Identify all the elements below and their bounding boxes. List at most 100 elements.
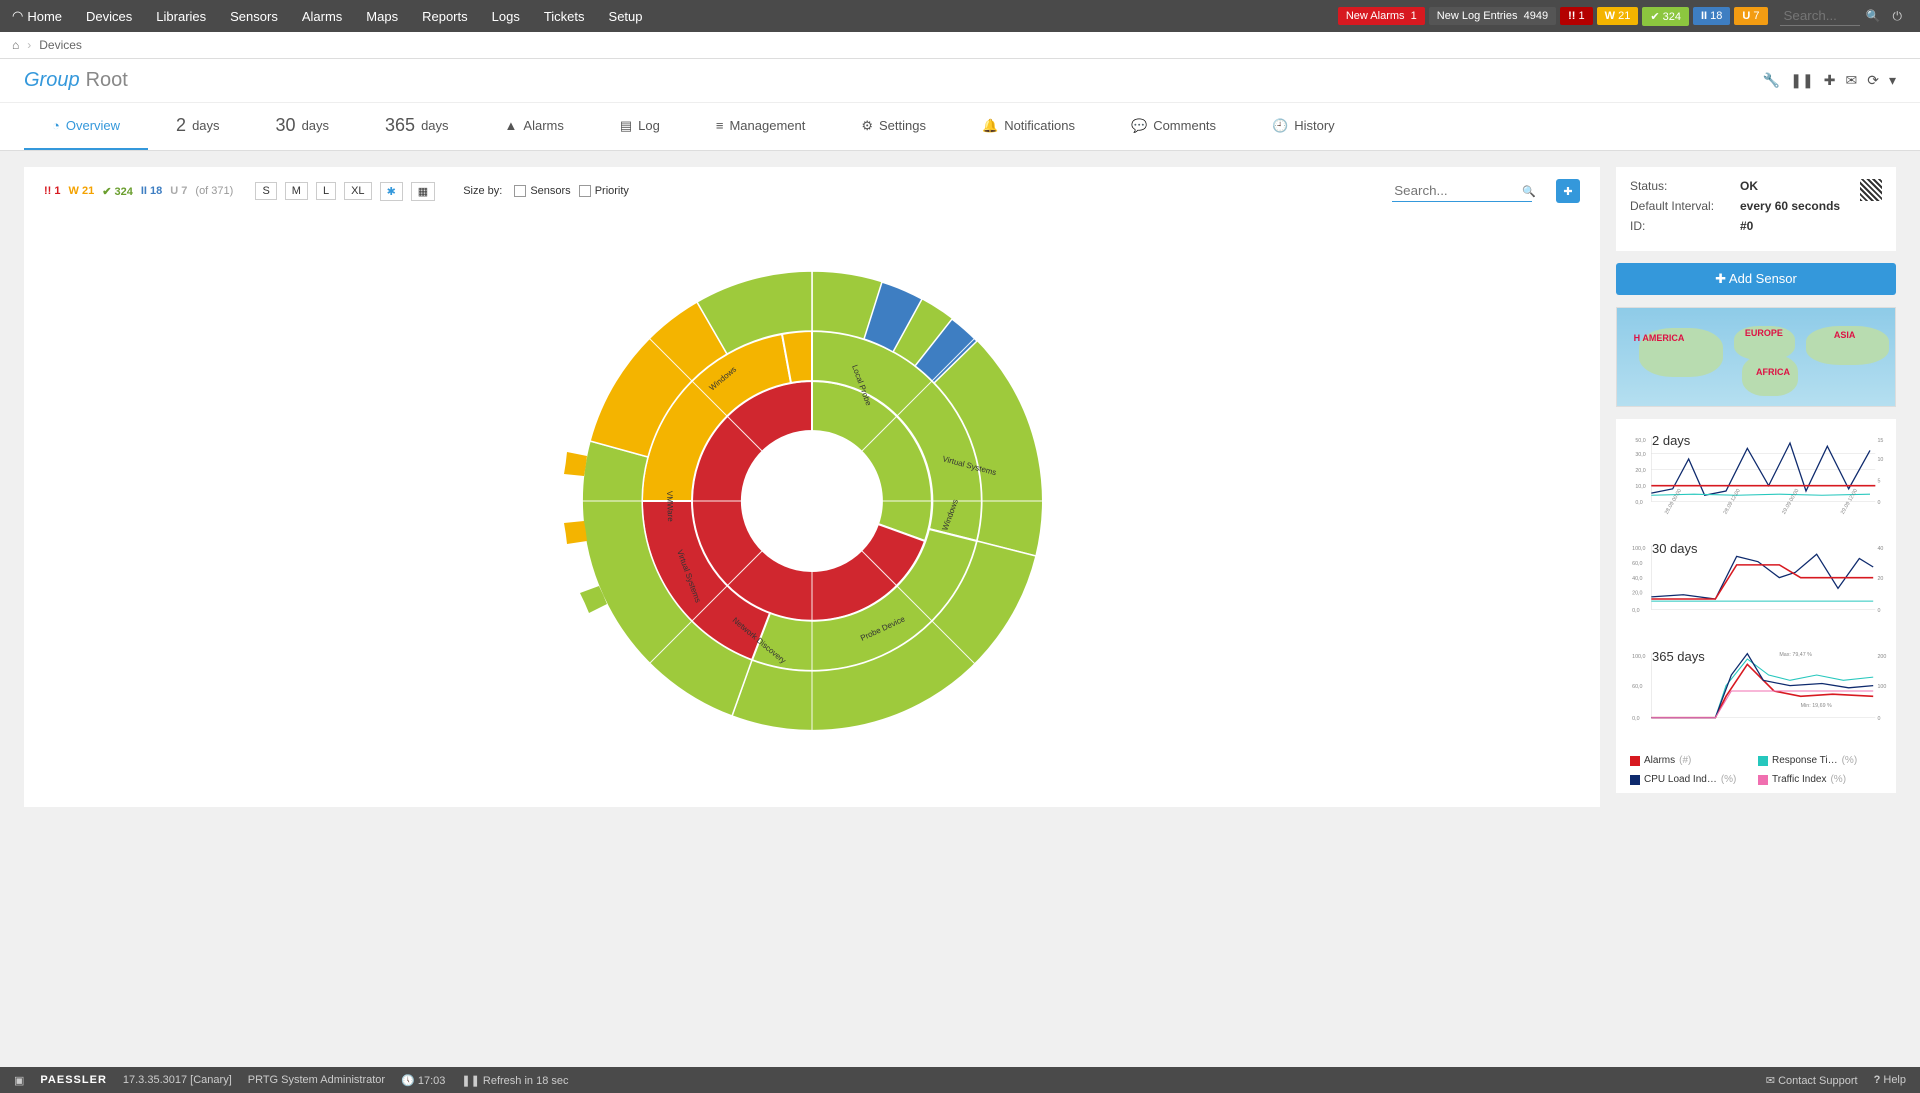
- status-paused-badge[interactable]: II 18: [1693, 7, 1730, 25]
- tab-notifications[interactable]: 🔔Notifications: [954, 103, 1103, 150]
- grid-view-icon[interactable]: ▦: [411, 182, 435, 201]
- sizeby-priority[interactable]: Priority: [579, 185, 629, 197]
- svg-text:10: 10: [1877, 457, 1883, 463]
- svg-text:60,0: 60,0: [1632, 684, 1642, 690]
- svg-text:VMWare: VMWare: [665, 491, 675, 523]
- footer-refresh: ❚❚ Refresh in 18 sec: [461, 1074, 568, 1087]
- svg-text:30,0: 30,0: [1635, 452, 1645, 458]
- menu-chevron-down-icon[interactable]: ▾: [1889, 72, 1896, 89]
- nav-setup[interactable]: Setup: [597, 0, 655, 32]
- history-charts-card: 2 days 0,010,020,030,050,0051015 28.09 0…: [1616, 419, 1896, 793]
- tab-history[interactable]: 🕘History: [1244, 103, 1363, 150]
- svg-text:5: 5: [1877, 478, 1880, 484]
- tab-alarms[interactable]: ▲Alarms: [477, 103, 592, 150]
- breadcrumb: ⌂ › Devices: [0, 32, 1920, 59]
- svg-text:40,0: 40,0: [1632, 576, 1642, 582]
- tab-settings[interactable]: ⚙Settings: [833, 103, 954, 150]
- page-title-prefix: Group: [24, 69, 80, 92]
- main-content: !! 1 W 21 ✔ 324 II 18 U 7 (of 371) S M L…: [0, 151, 1920, 823]
- add-button[interactable]: ✚: [1556, 179, 1580, 203]
- nav-sensors[interactable]: Sensors: [218, 0, 290, 32]
- footer-time: 🕔 17:03: [401, 1074, 445, 1087]
- status-unusual-badge[interactable]: U 7: [1734, 7, 1767, 25]
- status-up-badge[interactable]: ✔ 324: [1642, 7, 1689, 26]
- svg-text:100,0: 100,0: [1632, 546, 1645, 552]
- search-icon[interactable]: 🔍: [1860, 9, 1887, 23]
- world-map-thumbnail[interactable]: H AMERICA EUROPE ASIA AFRICA: [1616, 307, 1896, 407]
- global-search-input[interactable]: [1780, 6, 1860, 26]
- breadcrumb-home-icon[interactable]: ⌂: [12, 38, 19, 52]
- tab-management[interactable]: ≡Management: [688, 103, 833, 150]
- tab-overview[interactable]: ◔Overview: [24, 103, 148, 150]
- status-warning-badge[interactable]: W 21: [1597, 7, 1639, 25]
- chart-365days[interactable]: 365 days 0,060,0100,00100200 Min: 19,69 …: [1624, 643, 1892, 739]
- filter-paused[interactable]: II 18: [141, 185, 162, 197]
- refresh-icon[interactable]: ⟳: [1867, 72, 1879, 89]
- svg-text:50,0: 50,0: [1635, 438, 1645, 444]
- panel-search-input[interactable]: [1392, 180, 1532, 202]
- tab-365days[interactable]: 365days: [357, 103, 477, 150]
- chart-30days[interactable]: 30 days 0,020,040,060,0100,002040: [1624, 535, 1892, 631]
- comment-icon: 💬: [1131, 118, 1147, 134]
- power-icon[interactable]: ⏻: [1887, 9, 1909, 24]
- nav-tickets[interactable]: Tickets: [532, 0, 597, 32]
- size-l[interactable]: L: [316, 182, 336, 200]
- overview-panel: !! 1 W 21 ✔ 324 II 18 U 7 (of 371) S M L…: [24, 167, 1600, 807]
- tab-30days[interactable]: 30days: [248, 103, 358, 150]
- svg-text:200: 200: [1877, 654, 1886, 660]
- size-s[interactable]: S: [255, 182, 276, 200]
- filter-down[interactable]: !! 1: [44, 185, 61, 197]
- edit-icon[interactable]: 🔧: [1763, 72, 1780, 89]
- new-alarms-badge[interactable]: New Alarms 1: [1338, 7, 1425, 25]
- svg-text:Min: 19,69 %: Min: 19,69 %: [1801, 703, 1832, 709]
- svg-text:0,0: 0,0: [1632, 716, 1639, 722]
- status-down-badge[interactable]: !! 1: [1560, 7, 1593, 25]
- page-title: Root: [86, 69, 128, 92]
- id-value: #0: [1740, 219, 1753, 233]
- filter-warn[interactable]: W 21: [69, 185, 95, 197]
- sunburst-view-icon[interactable]: ✱: [380, 182, 403, 201]
- breadcrumb-current[interactable]: Devices: [39, 38, 82, 52]
- footer-bar: ▣ PAESSLER 17.3.35.3017 [Canary] PRTG Sy…: [0, 1067, 1920, 1093]
- nav-logs[interactable]: Logs: [480, 0, 532, 32]
- side-panel: Status:OK Default Interval:every 60 seco…: [1616, 167, 1896, 807]
- tab-2days[interactable]: 2days: [148, 103, 247, 150]
- add-sensor-button[interactable]: ✚ Add Sensor: [1616, 263, 1896, 295]
- svg-text:0,0: 0,0: [1635, 500, 1642, 506]
- nav-libraries[interactable]: Libraries: [144, 0, 218, 32]
- nav-alarms[interactable]: Alarms: [290, 0, 354, 32]
- footer-version: 17.3.35.3017 [Canary]: [123, 1074, 232, 1086]
- nav-home[interactable]: ◠ Home: [12, 0, 74, 32]
- email-icon[interactable]: ✉: [1846, 72, 1858, 89]
- pause-icon[interactable]: ❚❚: [1790, 72, 1813, 89]
- ticket-icon[interactable]: ✚: [1824, 72, 1836, 89]
- footer-contact-link[interactable]: ✉ Contact Support: [1766, 1074, 1858, 1087]
- nav-reports[interactable]: Reports: [410, 0, 480, 32]
- filter-bar: !! 1 W 21 ✔ 324 II 18 U 7 (of 371) S M L…: [44, 179, 1580, 203]
- sunburst-chart[interactable]: Local Probe Virtual Systems Windows Prob…: [44, 211, 1580, 791]
- filter-up[interactable]: ✔ 324: [102, 185, 133, 198]
- tab-comments[interactable]: 💬Comments: [1103, 103, 1244, 150]
- tabs: ◔Overview 2days 30days 365days ▲Alarms ▤…: [0, 103, 1920, 151]
- new-log-entries-badge[interactable]: New Log Entries 4949: [1429, 7, 1556, 25]
- svg-text:60,0: 60,0: [1632, 561, 1642, 567]
- nav-maps[interactable]: Maps: [354, 0, 410, 32]
- qr-code-icon[interactable]: [1860, 179, 1882, 201]
- filter-unknown[interactable]: U 7: [170, 185, 187, 197]
- svg-text:0: 0: [1877, 608, 1880, 614]
- nav-devices[interactable]: Devices: [74, 0, 144, 32]
- size-m[interactable]: M: [285, 182, 308, 200]
- footer-help-link[interactable]: ? Help: [1874, 1074, 1906, 1086]
- interval-value: every 60 seconds: [1740, 199, 1840, 213]
- top-navbar: ◠ Home Devices Libraries Sensors Alarms …: [0, 0, 1920, 32]
- svg-text:10,0: 10,0: [1635, 484, 1645, 490]
- svg-text:15: 15: [1877, 438, 1883, 444]
- chart-2days[interactable]: 2 days 0,010,020,030,050,0051015 28.09 0…: [1624, 427, 1892, 523]
- nav-home-label: Home: [27, 9, 62, 24]
- size-xl[interactable]: XL: [344, 182, 371, 200]
- legend-traffic: Traffic Index(%): [1758, 774, 1868, 785]
- svg-text:100: 100: [1877, 684, 1886, 690]
- tab-log[interactable]: ▤Log: [592, 103, 688, 150]
- sizeby-sensors[interactable]: Sensors: [514, 185, 570, 197]
- footer-user: PRTG System Administrator: [248, 1074, 385, 1086]
